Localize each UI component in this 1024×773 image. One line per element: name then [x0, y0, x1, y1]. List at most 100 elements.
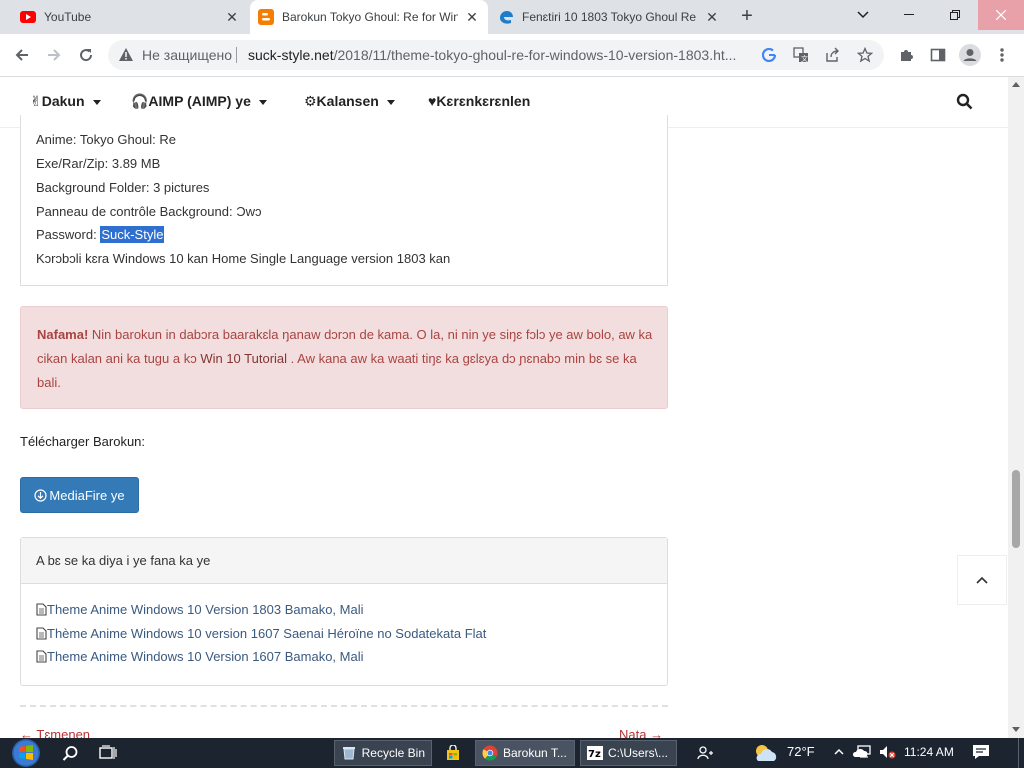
close-window-button[interactable]	[978, 0, 1024, 30]
taskbar-recycle-bin[interactable]: Recycle Bin	[334, 740, 432, 766]
youtube-icon	[20, 9, 36, 25]
divider	[236, 47, 237, 63]
network-icon[interactable]	[856, 744, 874, 763]
related-link[interactable]: Thème Anime Windows 10 version 1607 Saen…	[36, 626, 486, 643]
warning-icon[interactable]	[118, 47, 134, 67]
back-button[interactable]	[8, 41, 36, 69]
document-icon	[36, 627, 47, 643]
taskbar-chrome[interactable]: Barokun T...	[475, 740, 575, 766]
url-host: suck-style.net	[248, 47, 334, 63]
tutorial-link[interactable]: Win 10 Tutorial	[200, 351, 287, 366]
nav-label: ♥Kɛrɛnkɛrɛnlen	[428, 93, 531, 109]
search-icon[interactable]	[62, 745, 79, 767]
tray-chevron-up-icon[interactable]	[834, 744, 844, 758]
related-link[interactable]: Theme Anime Windows 10 Version 1803 Bama…	[36, 602, 364, 619]
weather-icon[interactable]	[752, 743, 780, 768]
nav-item-favorites[interactable]: ♥Kɛrɛnkɛrɛnlen	[428, 93, 530, 109]
mediafire-download-button[interactable]: MediaFire ye	[20, 477, 139, 513]
password-label: Password:	[36, 227, 101, 242]
download-label: Télécharger Barokun:	[20, 434, 146, 449]
taskbar-store[interactable]	[441, 740, 465, 766]
scroll-down-arrow[interactable]	[1012, 727, 1020, 732]
next-post-link[interactable]: Nata →	[619, 727, 663, 738]
new-tab-button[interactable]: +	[736, 6, 758, 28]
volume-muted-icon[interactable]	[878, 744, 896, 763]
restore-button[interactable]	[932, 0, 978, 30]
close-tab-icon[interactable]: ✕	[224, 9, 240, 25]
nav-item-dakun[interactable]: ✌Dakun	[30, 93, 101, 110]
minimize-button[interactable]	[886, 0, 932, 30]
prev-post-link[interactable]: ← Tɛmenen	[20, 727, 90, 738]
recycle-bin-icon	[341, 745, 357, 761]
related-link-label: Thème Anime Windows 10 version 1607 Saen…	[47, 626, 487, 641]
people-icon[interactable]	[697, 744, 715, 767]
nav-label: 🎧AIMP (AIMP) ye	[131, 93, 251, 109]
tab-search-button[interactable]	[840, 0, 886, 30]
download-icon	[34, 488, 48, 502]
taskbar-cmd[interactable]: 7z C:\Users\...	[580, 740, 677, 766]
alert-strong: Nafama!	[37, 327, 89, 342]
notification-icon[interactable]	[972, 744, 990, 763]
weather-temp[interactable]: 72°F	[787, 744, 815, 759]
chrome-icon	[482, 745, 498, 761]
related-link[interactable]: Theme Anime Windows 10 Version 1607 Bama…	[36, 649, 364, 666]
size-line: Exe/Rar/Zip: 3.89 MB	[36, 156, 161, 171]
translate-icon[interactable]: 文	[792, 46, 810, 64]
url-path: /2018/11/theme-tokyo-ghoul-re-for-window…	[333, 47, 737, 63]
compat-line: Kɔrɔbɔli kɛra Windows 10 kan Home Single…	[36, 251, 451, 266]
reload-button[interactable]	[72, 41, 100, 69]
start-button[interactable]	[8, 738, 46, 768]
chrome-task-label: Barokun T...	[503, 746, 567, 760]
search-icon[interactable]	[956, 93, 973, 115]
close-tab-icon[interactable]: ✕	[464, 9, 480, 25]
mediafire-button-label: MediaFire ye	[49, 487, 125, 503]
share-icon[interactable]	[824, 46, 842, 64]
tab-youtube[interactable]: YouTube ✕	[12, 0, 248, 34]
related-link-label: Theme Anime Windows 10 Version 1607 Bama…	[47, 649, 364, 664]
svg-text:文: 文	[801, 54, 808, 63]
divider	[20, 705, 668, 707]
cmd-task-label: C:\Users\...	[608, 746, 669, 760]
page-viewport: ✌Dakun 🎧AIMP (AIMP) ye ⚙Kalansen ♥Kɛrɛnk…	[0, 77, 1008, 738]
nav-item-aimp[interactable]: 🎧AIMP (AIMP) ye	[131, 93, 267, 110]
scroll-up-arrow[interactable]	[1012, 82, 1020, 87]
related-title: A bɛ se ka diya i ye fana ka ye	[36, 553, 211, 568]
seven-zip-icon: 7z	[587, 745, 603, 761]
nav-item-kalansen[interactable]: ⚙Kalansen	[304, 93, 395, 110]
address-bar[interactable]: Не защищено suck-style.net/2018/11/theme…	[108, 40, 884, 70]
password-value[interactable]: Suck-Style	[100, 226, 165, 243]
scrollbar-thumb[interactable]	[1012, 470, 1020, 548]
url-text[interactable]: suck-style.net/2018/11/theme-tokyo-ghoul…	[248, 47, 748, 63]
nav-label: ✌Dakun	[30, 93, 85, 109]
back-to-top-button[interactable]	[957, 555, 1007, 605]
tab-barokun[interactable]: Barokun Tokyo Ghoul: Re for Win ✕	[250, 0, 488, 34]
tab-title: Barokun Tokyo Ghoul: Re for Win	[282, 10, 458, 24]
tab-fenetiri[interactable]: Fenɛtiri 10 1803 Tokyo Ghoul Re ✕	[490, 0, 728, 34]
related-panel: A bɛ se ka diya i ye fana ka ye Theme An…	[20, 537, 668, 686]
chevron-up-icon	[976, 576, 988, 584]
clock-time[interactable]: 11:24 AM	[904, 745, 954, 759]
taskbar: Recycle Bin Barokun T... 7z C:\Users\...…	[0, 738, 1024, 768]
forward-button[interactable]	[40, 41, 68, 69]
anime-line: Anime: Tokyo Ghoul: Re	[36, 132, 176, 147]
store-bag-icon	[447, 745, 459, 760]
extensions-icon[interactable]	[892, 41, 920, 69]
bookmark-star-icon[interactable]	[856, 46, 874, 64]
panel-background-line: Panneau de contrôle Background: Ɔwɔ	[36, 204, 262, 219]
svg-text:7z: 7z	[588, 749, 601, 760]
page-scrollbar[interactable]	[1008, 77, 1024, 738]
profile-avatar[interactable]	[956, 41, 984, 69]
show-desktop-button[interactable]	[1018, 738, 1024, 768]
security-label[interactable]: Не защищено	[142, 47, 232, 63]
close-tab-icon[interactable]: ✕	[704, 9, 720, 25]
task-view-icon[interactable]	[99, 745, 117, 766]
password-line: Password: Suck-Style	[36, 226, 165, 243]
menu-kebab-icon[interactable]	[988, 41, 1016, 69]
google-icon[interactable]	[760, 46, 778, 64]
side-panel-icon[interactable]	[924, 41, 952, 69]
caret-down-icon	[258, 99, 267, 105]
related-link-label: Theme Anime Windows 10 Version 1803 Bama…	[47, 602, 364, 617]
alert-text: Nafama! Nin barokun in dabɔra baarakɛla …	[37, 323, 657, 395]
caret-down-icon	[92, 99, 101, 105]
recycle-bin-label: Recycle Bin	[361, 746, 425, 760]
